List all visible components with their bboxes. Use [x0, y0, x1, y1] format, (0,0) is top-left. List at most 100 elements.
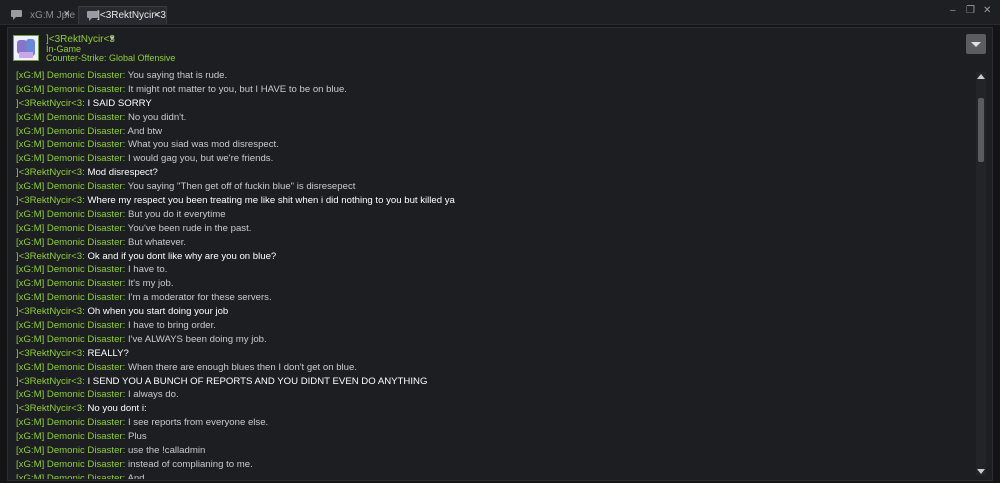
chevron-down-icon[interactable]: ▼	[108, 34, 116, 43]
chat-message: [xG:M] Demonic Disaster: When there are …	[16, 361, 971, 375]
contact-game: Counter-Strike: Global Offensive	[46, 53, 176, 63]
message-text: You saying that is rude.	[127, 70, 228, 81]
message-sender[interactable]: ]<3RektNycir<3	[16, 195, 82, 206]
scrollbar[interactable]	[976, 72, 986, 476]
message-sender[interactable]: [xG:M] Demonic Disaster	[16, 153, 123, 164]
chat-message: ]<3RektNycir<3: Oh when you start doing …	[16, 305, 971, 319]
message-sender[interactable]: [xG:M] Demonic Disaster	[16, 126, 123, 137]
message-sender[interactable]: [xG:M] Demonic Disaster	[16, 431, 123, 442]
scroll-up-icon[interactable]	[977, 74, 985, 79]
chat-bubble-icon	[87, 10, 98, 21]
message-text: What you siad was mod disrespect.	[127, 139, 279, 151]
chat-message: [xG:M] Demonic Disaster: instead of comp…	[16, 458, 971, 472]
chat-message: [xG:M] Demonic Disaster: You saying that…	[16, 69, 971, 83]
message-sender[interactable]: [xG:M] Demonic Disaster	[16, 292, 123, 303]
tab-xgm-jpie[interactable]: xG:M Jpie ×	[3, 6, 76, 24]
chat-options-button[interactable]	[966, 34, 986, 54]
message-text: But you do it everytime	[127, 208, 226, 220]
chat-bubble-icon	[11, 10, 23, 20]
message-sender[interactable]: ]<3RektNycir<3	[16, 348, 82, 359]
message-sender[interactable]: [xG:M] Demonic Disaster	[16, 417, 123, 428]
chat-message: [xG:M] Demonic Disaster: use the !callad…	[16, 444, 971, 458]
message-sender[interactable]: [xG:M] Demonic Disaster	[16, 84, 123, 95]
message-text: I SEND YOU A BUNCH OF REPORTS AND YOU DI…	[87, 375, 428, 387]
message-text: use the !calladmin	[127, 445, 206, 457]
chat-message: ]<3RektNycir<3: Ok and if you dont like …	[16, 250, 971, 264]
message-text: REALLY?	[87, 347, 129, 359]
message-sender[interactable]: [xG:M] Demonic Disaster	[16, 278, 123, 289]
message-sender[interactable]: ]<3RektNycir<3	[16, 167, 82, 178]
message-sender[interactable]: ]<3RektNycir<3	[16, 306, 82, 317]
scroll-thumb[interactable]	[978, 98, 984, 162]
message-text: Oh when you start doing your job	[87, 306, 229, 318]
message-text: No you didn't.	[127, 111, 187, 123]
chat-message: [xG:M] Demonic Disaster: I'm a moderator…	[16, 291, 971, 305]
message-sender[interactable]: [xG:M] Demonic Disaster	[16, 459, 123, 470]
message-text: I'm a moderator for these servers.	[127, 292, 272, 304]
scroll-down-icon[interactable]	[977, 469, 985, 474]
chat-message: [xG:M] Demonic Disaster: I always do.	[16, 388, 971, 402]
chevron-down-icon	[971, 42, 981, 47]
chat-message: [xG:M] Demonic Disaster: You've been rud…	[16, 222, 971, 236]
chat-message: [xG:M] Demonic Disaster: I have to.	[16, 263, 971, 277]
chat-message: [xG:M] Demonic Disaster: But whatever.	[16, 236, 971, 250]
message-sender[interactable]: ]<3RektNycir<3	[16, 376, 82, 387]
message-sender[interactable]: [xG:M] Demonic Disaster	[16, 209, 123, 220]
message-text: I see reports from everyone else.	[127, 417, 269, 429]
tab-close-icon[interactable]: ×	[154, 9, 160, 21]
chat-message: [xG:M] Demonic Disaster: It might not ma…	[16, 83, 971, 97]
message-text: And	[127, 472, 145, 479]
chat-message: [xG:M] Demonic Disaster: I see reports f…	[16, 416, 971, 430]
message-text: And btw	[127, 125, 163, 137]
message-text: But whatever.	[127, 236, 187, 248]
chat-message: ]<3RektNycir<3: I SEND YOU A BUNCH OF RE…	[16, 375, 971, 389]
message-sender[interactable]: [xG:M] Demonic Disaster	[16, 112, 123, 123]
close-window-icon[interactable]: ✕	[983, 5, 991, 16]
tab-rektnycir[interactable]: ]<3RektNycir<3 ×	[78, 6, 167, 24]
chat-message: [xG:M] Demonic Disaster: You saying "The…	[16, 180, 971, 194]
message-sender[interactable]: ]<3RektNycir<3	[16, 403, 82, 414]
chat-message: ]<3RektNycir<3: REALLY?	[16, 347, 971, 361]
message-text: I SAID SORRY	[87, 97, 152, 109]
message-text: Plus	[127, 431, 147, 443]
message-sender[interactable]: [xG:M] Demonic Disaster	[16, 223, 123, 234]
chat-message: [xG:M] Demonic Disaster: I've ALWAYS bee…	[16, 333, 971, 347]
message-text: I have to bring order.	[127, 320, 216, 332]
message-text: It might not matter to you, but I HAVE t…	[127, 83, 347, 95]
message-sender[interactable]: [xG:M] Demonic Disaster	[16, 237, 123, 248]
message-sender[interactable]: ]<3RektNycir<3	[16, 251, 82, 262]
message-text: You saying "Then get off of fuckin blue"…	[127, 181, 356, 193]
chat-message: [xG:M] Demonic Disaster: What you siad w…	[16, 138, 971, 152]
message-sender[interactable]: ]<3RektNycir<3	[16, 98, 82, 109]
message-text: When there are enough blues then I don't…	[127, 361, 358, 373]
message-text: Ok and if you dont like why are you on b…	[87, 250, 277, 262]
minimize-icon[interactable]: –	[950, 5, 956, 16]
chat-message: [xG:M] Demonic Disaster: Plus	[16, 430, 971, 444]
message-sender[interactable]: [xG:M] Demonic Disaster	[16, 139, 123, 150]
message-sender[interactable]: [xG:M] Demonic Disaster	[16, 362, 123, 373]
message-text: Mod disrespect?	[87, 167, 158, 179]
chat-header: ]<3RektNycir<3 ▼ In-Game Counter-Strike:…	[8, 28, 992, 68]
message-sender[interactable]: [xG:M] Demonic Disaster	[16, 181, 123, 192]
message-text: I would gag you, but we're friends.	[127, 153, 274, 165]
chat-window: ]<3RektNycir<3 ▼ In-Game Counter-Strike:…	[7, 27, 993, 481]
chat-message: [xG:M] Demonic Disaster: No you didn't.	[16, 111, 971, 125]
chat-message: [xG:M] Demonic Disaster: It's my job.	[16, 277, 971, 291]
message-sender[interactable]: [xG:M] Demonic Disaster	[16, 445, 123, 456]
chat-message: ]<3RektNycir<3: No you dont i:	[16, 402, 971, 416]
maximize-icon[interactable]: ❐	[966, 5, 975, 16]
message-sender[interactable]: [xG:M] Demonic Disaster	[16, 70, 123, 81]
message-sender[interactable]: [xG:M] Demonic Disaster	[16, 264, 123, 275]
message-sender[interactable]: [xG:M] Demonic Disaster	[16, 389, 123, 400]
avatar[interactable]	[13, 35, 39, 61]
chat-message: [xG:M] Demonic Disaster: But you do it e…	[16, 208, 971, 222]
tab-close-icon[interactable]: ×	[64, 8, 70, 20]
chat-message: ]<3RektNycir<3: Where my respect you bee…	[16, 194, 971, 208]
message-text: Where my respect you been treating me li…	[87, 195, 455, 207]
message-text: You've been rude in the past.	[127, 222, 252, 234]
message-text: instead of complianing to me.	[127, 458, 253, 470]
message-sender[interactable]: [xG:M] Demonic Disaster	[16, 320, 123, 331]
message-sender[interactable]: [xG:M] Demonic Disaster	[16, 473, 123, 479]
message-sender[interactable]: [xG:M] Demonic Disaster	[16, 334, 123, 345]
chat-message: [xG:M] Demonic Disaster: And btw	[16, 125, 971, 139]
